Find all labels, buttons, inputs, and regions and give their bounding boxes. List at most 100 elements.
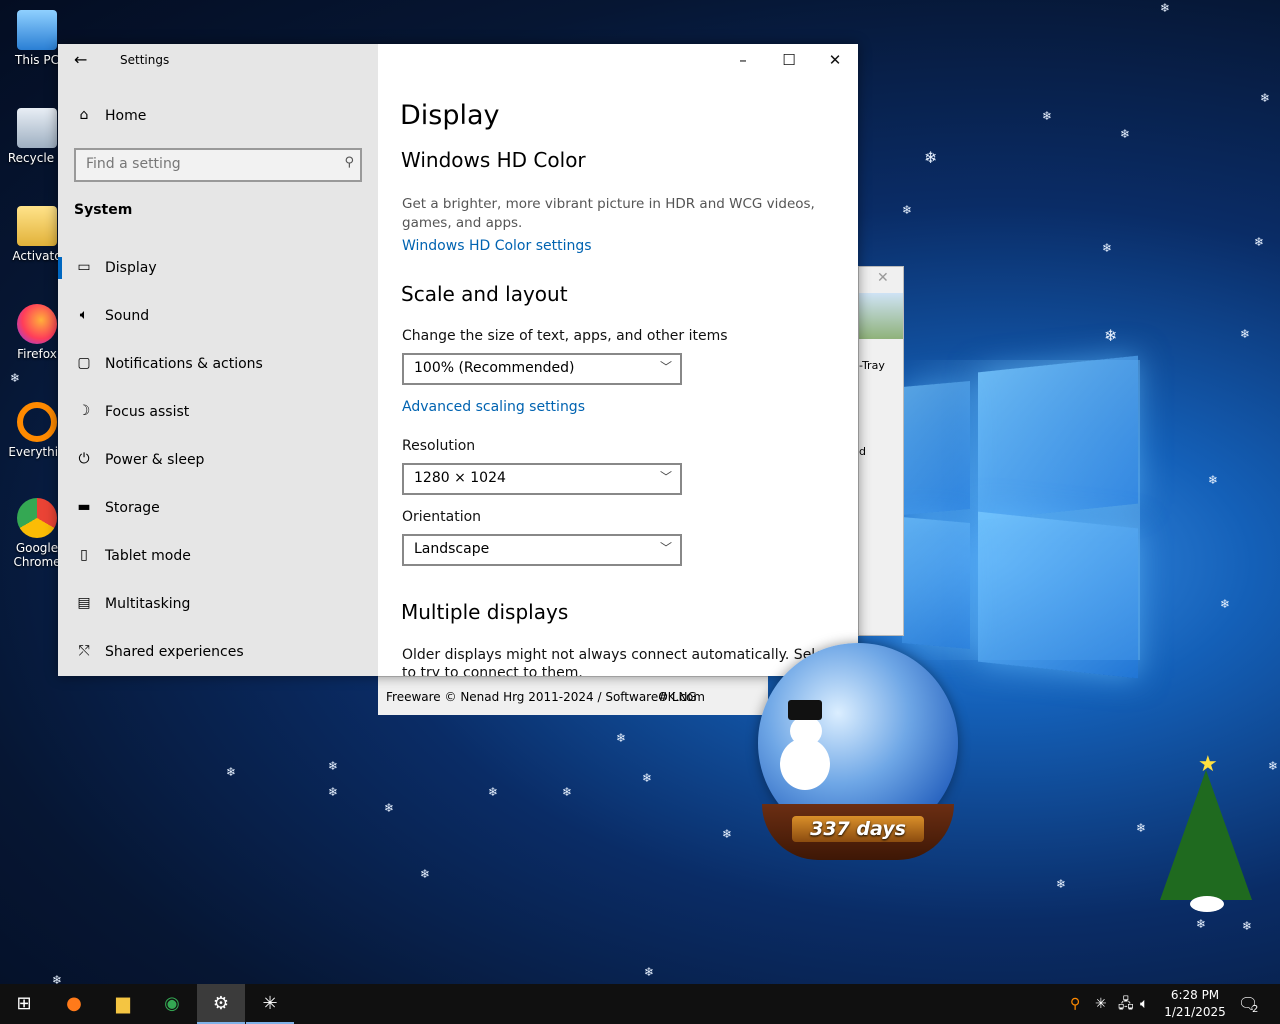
snowman-hat — [788, 700, 822, 720]
chevron-down-icon: ﹀ — [659, 360, 672, 374]
desktop-icon-label: Google Chrome — [13, 541, 61, 569]
snowflake-icon: ❄ — [1136, 821, 1147, 835]
background-window[interactable]: ✕ -Tray d — [858, 266, 904, 636]
scale-heading: Scale and layout — [401, 282, 568, 306]
hd-color-description: Get a brighter, more vibrant picture in … — [402, 196, 815, 231]
snowflake-icon: ❄ — [384, 801, 395, 815]
sidebar-item-power-sleep[interactable]: ⏻ Power & sleep — [58, 441, 378, 481]
section-title: System — [74, 202, 133, 218]
storage-icon: ▬ — [77, 499, 91, 515]
computer-icon — [17, 10, 57, 50]
advanced-scaling-link[interactable]: Advanced scaling settings — [402, 399, 585, 415]
snowflake-icon: ❄ — [328, 759, 339, 773]
chrome-icon — [17, 498, 57, 538]
clock[interactable]: 6:28 PM 1/21/2025 — [1160, 987, 1230, 1021]
snowflake-icon: ❄ — [1042, 109, 1053, 123]
folder-icon — [17, 206, 57, 246]
snowflake-icon: ❄ — [562, 785, 573, 799]
snowflake-icon: ❄ — [642, 771, 653, 785]
back-arrow-icon[interactable]: ← — [74, 50, 87, 69]
snowflake-icon: ❄ — [10, 371, 21, 385]
firefox-icon: ● — [66, 993, 82, 1014]
taskbar-file-explorer[interactable]: ▆ — [99, 984, 147, 1024]
firefox-icon — [17, 304, 57, 344]
sidebar-item-label: Storage — [105, 500, 160, 516]
snowflake-icon: ❄ — [1220, 597, 1231, 611]
speaker-icon: 🔈︎ — [79, 307, 89, 323]
snowman-head — [790, 716, 822, 746]
orientation-value: Landscape — [414, 541, 490, 557]
gear-icon: ⚙ — [212, 993, 230, 1014]
windows-logo-pane — [978, 511, 1138, 679]
snowflake-icon: ❄ — [1102, 241, 1113, 255]
folder-icon: ▆ — [116, 993, 130, 1014]
search-icon[interactable]: ⚲ — [344, 155, 354, 170]
settings-window: ← Settings ⌂ Home ⚲ System ▭ Display 🔈︎ … — [58, 44, 858, 676]
sidebar-item-label: Focus assist — [105, 404, 190, 420]
sidebar-item-label: Shared experiences — [105, 644, 244, 660]
multiple-displays-text: Older displays might not always connect … — [402, 647, 858, 663]
volume-icon[interactable]: 🔈︎ — [1140, 984, 1148, 1024]
orientation-dropdown[interactable]: Landscape ﹀ — [402, 534, 682, 566]
windows-logo-pane — [902, 381, 970, 515]
home-button[interactable]: ⌂ Home — [58, 97, 378, 137]
everything-tray-icon[interactable]: ⚲ — [1070, 984, 1080, 1024]
close-icon[interactable]: ✕ — [877, 270, 889, 286]
language-link[interactable]: # LNG — [658, 690, 697, 704]
home-label: Home — [105, 108, 147, 124]
multiple-displays-text-2: to try to connect to them. — [402, 665, 583, 676]
snowflake-icon: ❄ — [1056, 877, 1067, 891]
search-input[interactable] — [76, 150, 336, 178]
snowflake-icon: ❄ — [1196, 917, 1207, 931]
sidebar-item-storage[interactable]: ▬ Storage — [58, 489, 378, 529]
taskbar-chrome[interactable]: ◉ — [148, 984, 196, 1024]
sidebar-item-label: Display — [105, 260, 157, 276]
snowflake-icon: ❄ — [1120, 127, 1131, 141]
snowflake-icon: ❄ — [722, 827, 733, 841]
taskbar-settings[interactable]: ⚙ — [197, 984, 245, 1024]
orientation-label: Orientation — [402, 509, 482, 525]
clock-time: 6:28 PM — [1170, 988, 1220, 1002]
minimize-button[interactable]: – — [720, 44, 766, 76]
hd-color-settings-link[interactable]: Windows HD Color settings — [402, 238, 592, 254]
desktop-icon-label: This PC — [15, 53, 59, 67]
sidebar-item-label: Tablet mode — [105, 548, 191, 564]
maximize-button[interactable]: ☐ — [766, 44, 812, 76]
sidebar-item-display[interactable]: ▭ Display — [58, 249, 378, 289]
sidebar-item-shared-experiences[interactable]: ⤲ Shared experiences — [58, 633, 378, 673]
sidebar-item-focus-assist[interactable]: ☽ Focus assist — [58, 393, 378, 433]
start-button[interactable]: ⊞ — [0, 984, 48, 1024]
sidebar-item-multitasking[interactable]: ▤ Multitasking — [58, 585, 378, 625]
taskbar-desktop-snow[interactable]: ✳ — [246, 984, 294, 1024]
close-button[interactable]: ✕ — [812, 44, 858, 76]
snowflake-tray-icon[interactable]: ✳ — [1095, 984, 1107, 1024]
snowflake-icon: ❄ — [1260, 91, 1271, 105]
snowflake-icon: ❄ — [226, 765, 237, 779]
christmas-tree-icon — [1160, 770, 1252, 900]
snowflake-icon: ❄ — [616, 731, 627, 745]
resolution-dropdown[interactable]: 1280 × 1024 ﹀ — [402, 463, 682, 495]
sidebar-item-tablet-mode[interactable]: ▯ Tablet mode — [58, 537, 378, 577]
resolution-label: Resolution — [402, 438, 476, 454]
background-window-label: -Tray — [859, 359, 885, 372]
star-icon: ★ — [1198, 752, 1218, 777]
multitasking-icon: ▤ — [77, 595, 91, 611]
clock-date: 1/21/2025 — [1164, 1005, 1226, 1019]
network-icon[interactable]: 🖧︎ — [1118, 984, 1134, 1024]
sidebar-item-sound[interactable]: 🔈︎ Sound — [58, 297, 378, 337]
scale-dropdown[interactable]: 100% (Recommended) ﹀ — [402, 353, 682, 385]
taskbar: ⊞ ● ▆ ◉ ⚙ ✳ ⚲ ✳ 🖧︎ 🔈︎ 6:28 PM 1/21/2025 … — [0, 984, 1280, 1024]
notification-icon: ▢ — [77, 355, 91, 371]
sidebar-item-notifications[interactable]: ▢ Notifications & actions — [58, 345, 378, 385]
snowflake-icon: ❄ — [1160, 1, 1171, 15]
taskbar-firefox[interactable]: ● — [50, 984, 98, 1024]
snowflake-icon: ❄ — [488, 785, 499, 799]
windows-logo-icon: ⊞ — [16, 993, 32, 1014]
snowflake-icon: ❄ — [1104, 326, 1118, 345]
snowflake-icon: ❄ — [328, 785, 339, 799]
snowflake-icon: ❄ — [1208, 473, 1219, 487]
desktop-icon-label: Activato — [12, 249, 62, 263]
snowflake-icon: ❄ — [1242, 919, 1253, 933]
background-window-fragment: d — [859, 445, 866, 458]
snowflake-icon: ❄ — [1240, 327, 1251, 341]
